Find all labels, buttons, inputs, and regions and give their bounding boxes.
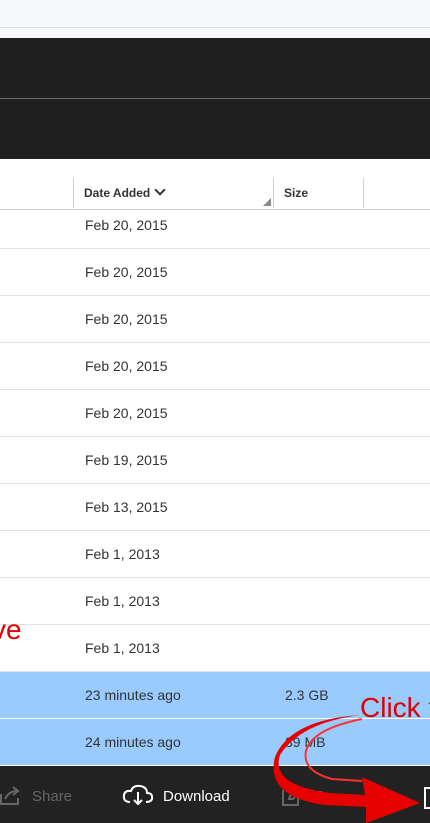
table-row[interactable]: Feb 20, 2015 bbox=[0, 296, 430, 343]
table-row[interactable]: Feb 1, 2013 bbox=[0, 625, 430, 672]
date-added-cell: 23 minutes ago bbox=[85, 687, 181, 703]
table-row[interactable]: Feb 20, 2015 bbox=[0, 343, 430, 390]
date-added-cell: Feb 13, 2015 bbox=[85, 499, 168, 515]
red-arrow-annotation bbox=[273, 715, 420, 823]
date-added-cell: Feb 20, 2015 bbox=[85, 358, 168, 374]
browser-top-strip bbox=[0, 0, 430, 39]
chevron-down-icon bbox=[154, 184, 166, 196]
download-button[interactable]: Download bbox=[163, 788, 230, 805]
annotation-text-right: Click t bbox=[360, 692, 430, 723]
date-added-cell: Feb 20, 2015 bbox=[85, 264, 168, 280]
table-row[interactable]: Feb 1, 2013 bbox=[0, 531, 430, 578]
date-added-cell: Feb 19, 2015 bbox=[85, 452, 168, 468]
date-added-cell: 24 minutes ago bbox=[85, 734, 181, 750]
column-header-date-added-label: Date Added bbox=[84, 186, 151, 200]
share-icon bbox=[0, 786, 20, 805]
dark-header-bar bbox=[0, 38, 430, 99]
dark-subheader-bar bbox=[0, 99, 430, 159]
date-added-cell: Feb 20, 2015 bbox=[85, 311, 168, 327]
annotation-text-left: ve bbox=[0, 614, 22, 645]
table-row[interactable]: Feb 19, 2015 bbox=[0, 437, 430, 484]
column-header-size[interactable]: Size bbox=[284, 186, 308, 200]
date-added-cell: Feb 1, 2013 bbox=[85, 640, 160, 656]
top-divider bbox=[0, 27, 430, 28]
table-row[interactable]: Feb 1, 2013 bbox=[0, 578, 430, 625]
table-row[interactable]: Feb 13, 2015 bbox=[0, 484, 430, 531]
size-cell: 2.3 GB bbox=[285, 687, 329, 703]
cloud-download-icon bbox=[122, 784, 154, 806]
table-row[interactable]: Feb 20, 2015 bbox=[0, 249, 430, 296]
date-added-cell: Feb 20, 2015 bbox=[85, 217, 168, 233]
table-row[interactable]: Feb 20, 2015 bbox=[0, 390, 430, 437]
date-added-cell: Feb 1, 2013 bbox=[85, 546, 160, 562]
date-added-cell: Feb 1, 2013 bbox=[85, 593, 160, 609]
table-row[interactable]: Feb 20, 2015 bbox=[0, 202, 430, 249]
column-header-date-added[interactable]: Date Added bbox=[84, 184, 166, 200]
date-added-cell: Feb 20, 2015 bbox=[85, 405, 168, 421]
share-button[interactable]: Share bbox=[32, 788, 72, 805]
